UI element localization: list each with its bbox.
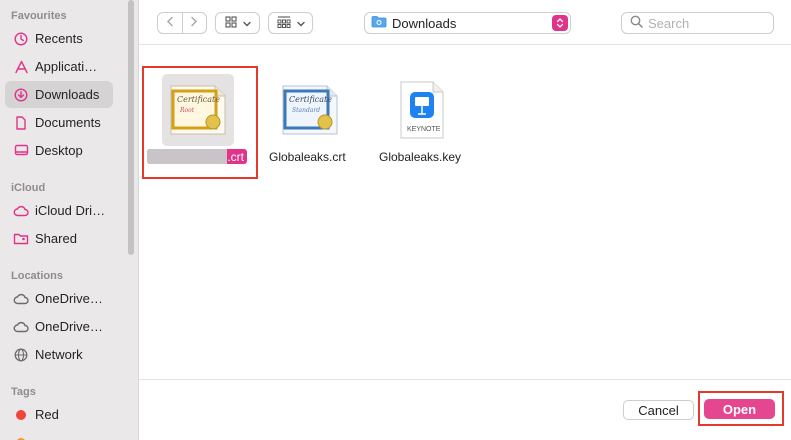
sidebar-item-shared[interactable]: Shared: [5, 225, 113, 252]
grid-view-icon: [224, 15, 237, 31]
sidebar-item-label: Red: [35, 407, 59, 422]
keynote-badge: KEYNOTE: [407, 126, 441, 133]
chevron-left-icon[interactable]: [158, 16, 182, 30]
cancel-button[interactable]: Cancel: [623, 400, 694, 420]
file-item-globaleaks-key[interactable]: [398, 80, 446, 143]
sidebar-scrollbar[interactable]: [128, 0, 134, 255]
certificate-icon: Certificate Standard: [282, 85, 338, 135]
folder-icon: [371, 15, 387, 31]
sidebar-item-tag-red[interactable]: Red: [5, 401, 113, 428]
sidebar-item-applications[interactable]: Applicati…: [5, 53, 113, 80]
sidebar-section-locations: Locations: [11, 270, 63, 282]
sidebar-item-recents[interactable]: Recents: [5, 25, 113, 52]
sidebar-item-label: Applicati…: [35, 59, 98, 74]
downloads-icon: [12, 87, 30, 102]
globe-icon: [12, 348, 30, 362]
sidebar-item-onedrive-1[interactable]: OneDrive…: [5, 285, 113, 312]
sidebar-item-onedrive-2[interactable]: OneDrive…: [5, 313, 113, 340]
desktop-icon: [12, 144, 30, 157]
sidebar-item-label: OneDrive…: [35, 319, 103, 334]
sidebar-item-desktop[interactable]: Desktop: [5, 137, 113, 164]
nav-button-group: [157, 12, 207, 34]
open-button[interactable]: Open: [704, 399, 775, 419]
location-popup[interactable]: Downloads: [364, 12, 571, 34]
sidebar-item-label: Desktop: [35, 143, 83, 158]
svg-text:Certificate: Certificate: [289, 95, 332, 104]
chevron-down-icon: [296, 16, 305, 30]
footer-divider: [139, 379, 791, 380]
applications-icon: [12, 60, 30, 74]
search-input[interactable]: [648, 15, 758, 31]
sidebar-item-label: Downloads: [35, 87, 100, 102]
sidebar-section-tags: Tags: [11, 386, 36, 398]
chevron-down-icon: [242, 16, 251, 30]
sidebar-item-label: Documents: [35, 115, 101, 130]
sidebar: Favourites Recents Applicati… Downloads …: [0, 0, 139, 440]
location-label: Downloads: [392, 15, 457, 31]
cloud-icon: [12, 293, 30, 305]
tag-dot-icon: [12, 409, 30, 420]
sidebar-item-documents[interactable]: Documents: [5, 109, 113, 136]
sidebar-item-label: iCloud Dri…: [35, 203, 106, 218]
sidebar-item-label: Recents: [35, 31, 83, 46]
sidebar-item-label: Shared: [35, 231, 77, 246]
annotation-highlight-file: [142, 66, 258, 179]
search-field[interactable]: [621, 12, 774, 34]
file-name-label[interactable]: Globaleaks.key: [379, 150, 461, 164]
clock-icon: [12, 31, 30, 46]
cloud-icon: [12, 205, 30, 217]
toolbar-divider: [139, 44, 791, 45]
file-item-globaleaks-crt[interactable]: Certificate Standard: [282, 80, 340, 141]
shared-folder-icon: [12, 232, 30, 245]
cloud-icon: [12, 321, 30, 333]
search-icon: [630, 15, 643, 31]
document-icon: [12, 115, 30, 130]
sidebar-item-tag-partial[interactable]: [5, 429, 113, 440]
popup-stepper-icon: [552, 15, 568, 31]
file-name-label[interactable]: Globaleaks.crt: [269, 150, 346, 164]
sidebar-item-downloads[interactable]: Downloads: [5, 81, 113, 108]
sidebar-section-favourites: Favourites: [11, 10, 67, 22]
sidebar-item-label: Network: [35, 347, 83, 362]
sidebar-section-icloud: iCloud: [11, 182, 46, 194]
group-by-button[interactable]: [268, 12, 313, 34]
svg-text:Standard: Standard: [292, 107, 320, 114]
sidebar-item-network[interactable]: Network: [5, 341, 113, 368]
view-mode-button[interactable]: [215, 12, 260, 34]
sidebar-item-icloud-drive[interactable]: iCloud Dri…: [5, 197, 113, 224]
chevron-right-icon[interactable]: [183, 16, 207, 30]
group-grid-icon: [277, 15, 291, 31]
sidebar-item-label: OneDrive…: [35, 291, 103, 306]
